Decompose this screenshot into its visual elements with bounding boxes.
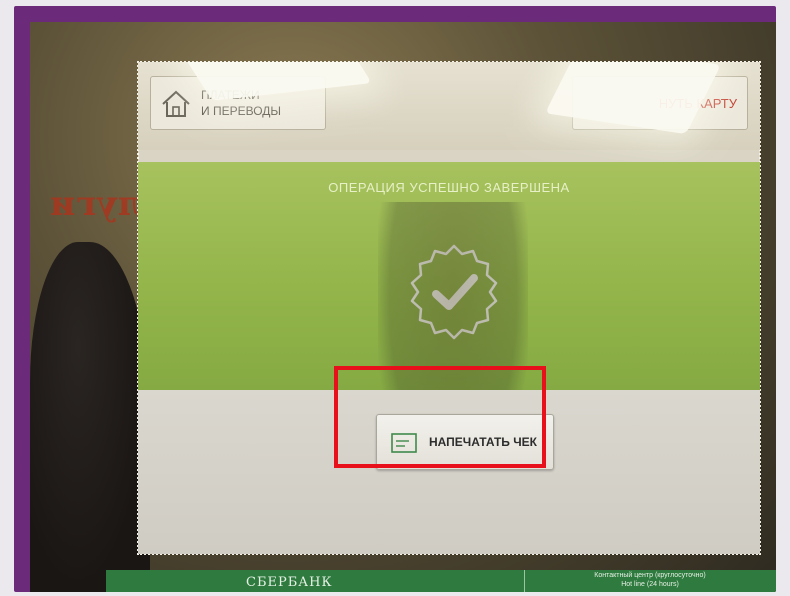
highlight-box bbox=[334, 366, 546, 468]
sberbank-logo: СБЕРБАНК bbox=[246, 575, 333, 590]
payments-label-line2: И ПЕРЕВОДЫ bbox=[201, 104, 282, 118]
contact-center-info: Контактный центр (круглосуточно) Hot lin… bbox=[524, 571, 776, 589]
success-panel: ОПЕРАЦИЯ УСПЕШНО ЗАВЕРШЕНА bbox=[138, 162, 760, 502]
screen-header: ПЛАТЕЖИ И ПЕРЕВОДЫ НУТЬ КАРТУ bbox=[138, 62, 760, 150]
photo-frame: Экспресс-услуги ПЛАТЕЖИ И ПЕРЕВОДЫ НУТ bbox=[14, 6, 776, 592]
checkmark-badge-icon bbox=[410, 244, 498, 340]
bank-footer: СБЕРБАНК Контактный центр (круглосуточно… bbox=[106, 570, 776, 592]
atm-photo: Экспресс-услуги ПЛАТЕЖИ И ПЕРЕВОДЫ НУТ bbox=[30, 22, 776, 592]
contact-line-1: Контактный центр (круглосуточно) bbox=[594, 572, 706, 579]
contact-line-2: Hot line (24 hours) bbox=[621, 581, 679, 588]
home-icon bbox=[162, 90, 190, 117]
operation-success-title: ОПЕРАЦИЯ УСПЕШНО ЗАВЕРШЕНА bbox=[328, 180, 570, 195]
bystander-silhouette bbox=[30, 242, 150, 592]
atm-screen: ПЛАТЕЖИ И ПЕРЕВОДЫ НУТЬ КАРТУ ОПЕРАЦИЯ У… bbox=[137, 61, 761, 555]
